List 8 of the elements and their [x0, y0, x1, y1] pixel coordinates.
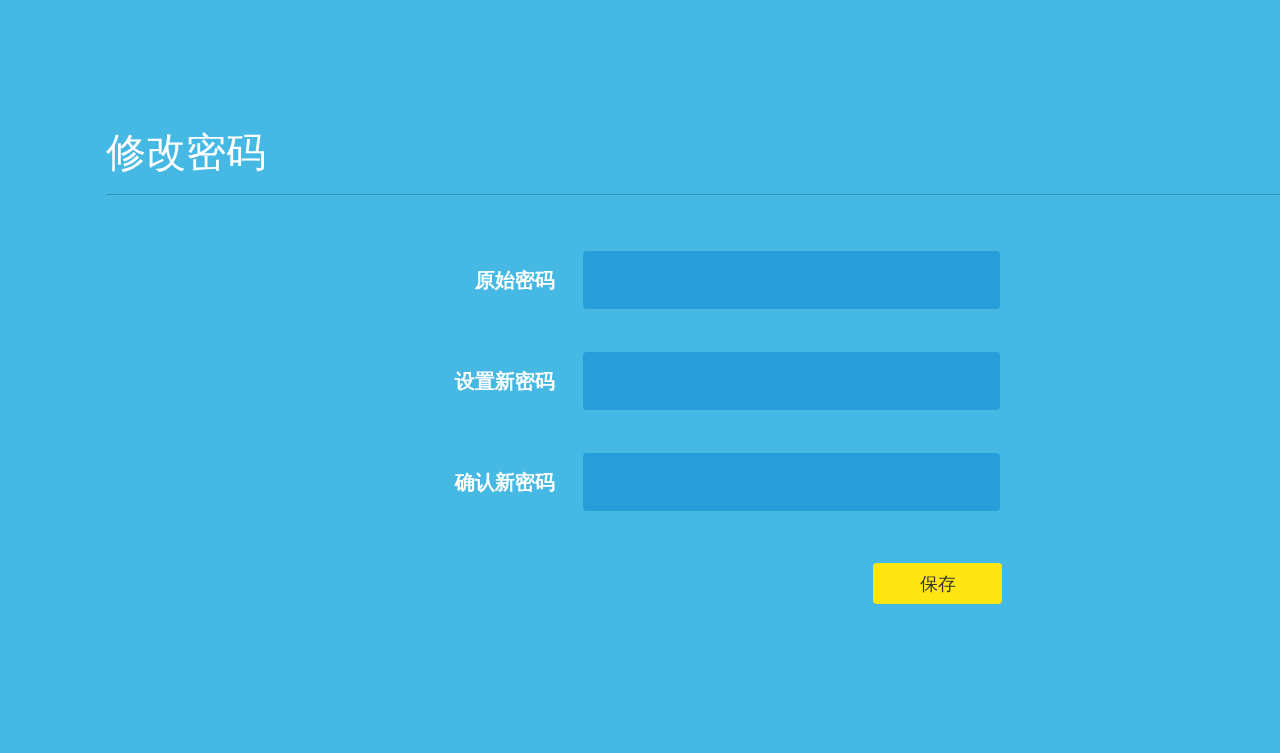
save-button[interactable]: 保存	[873, 563, 1002, 604]
field-label: 确认新密码	[455, 468, 555, 496]
password-field[interactable]	[583, 251, 1000, 309]
page-title: 修改密码	[106, 128, 266, 177]
field-label: 原始密码	[475, 266, 555, 294]
field-label: 设置新密码	[455, 367, 555, 395]
password-field[interactable]	[583, 352, 1000, 410]
password-field[interactable]	[583, 453, 1000, 511]
